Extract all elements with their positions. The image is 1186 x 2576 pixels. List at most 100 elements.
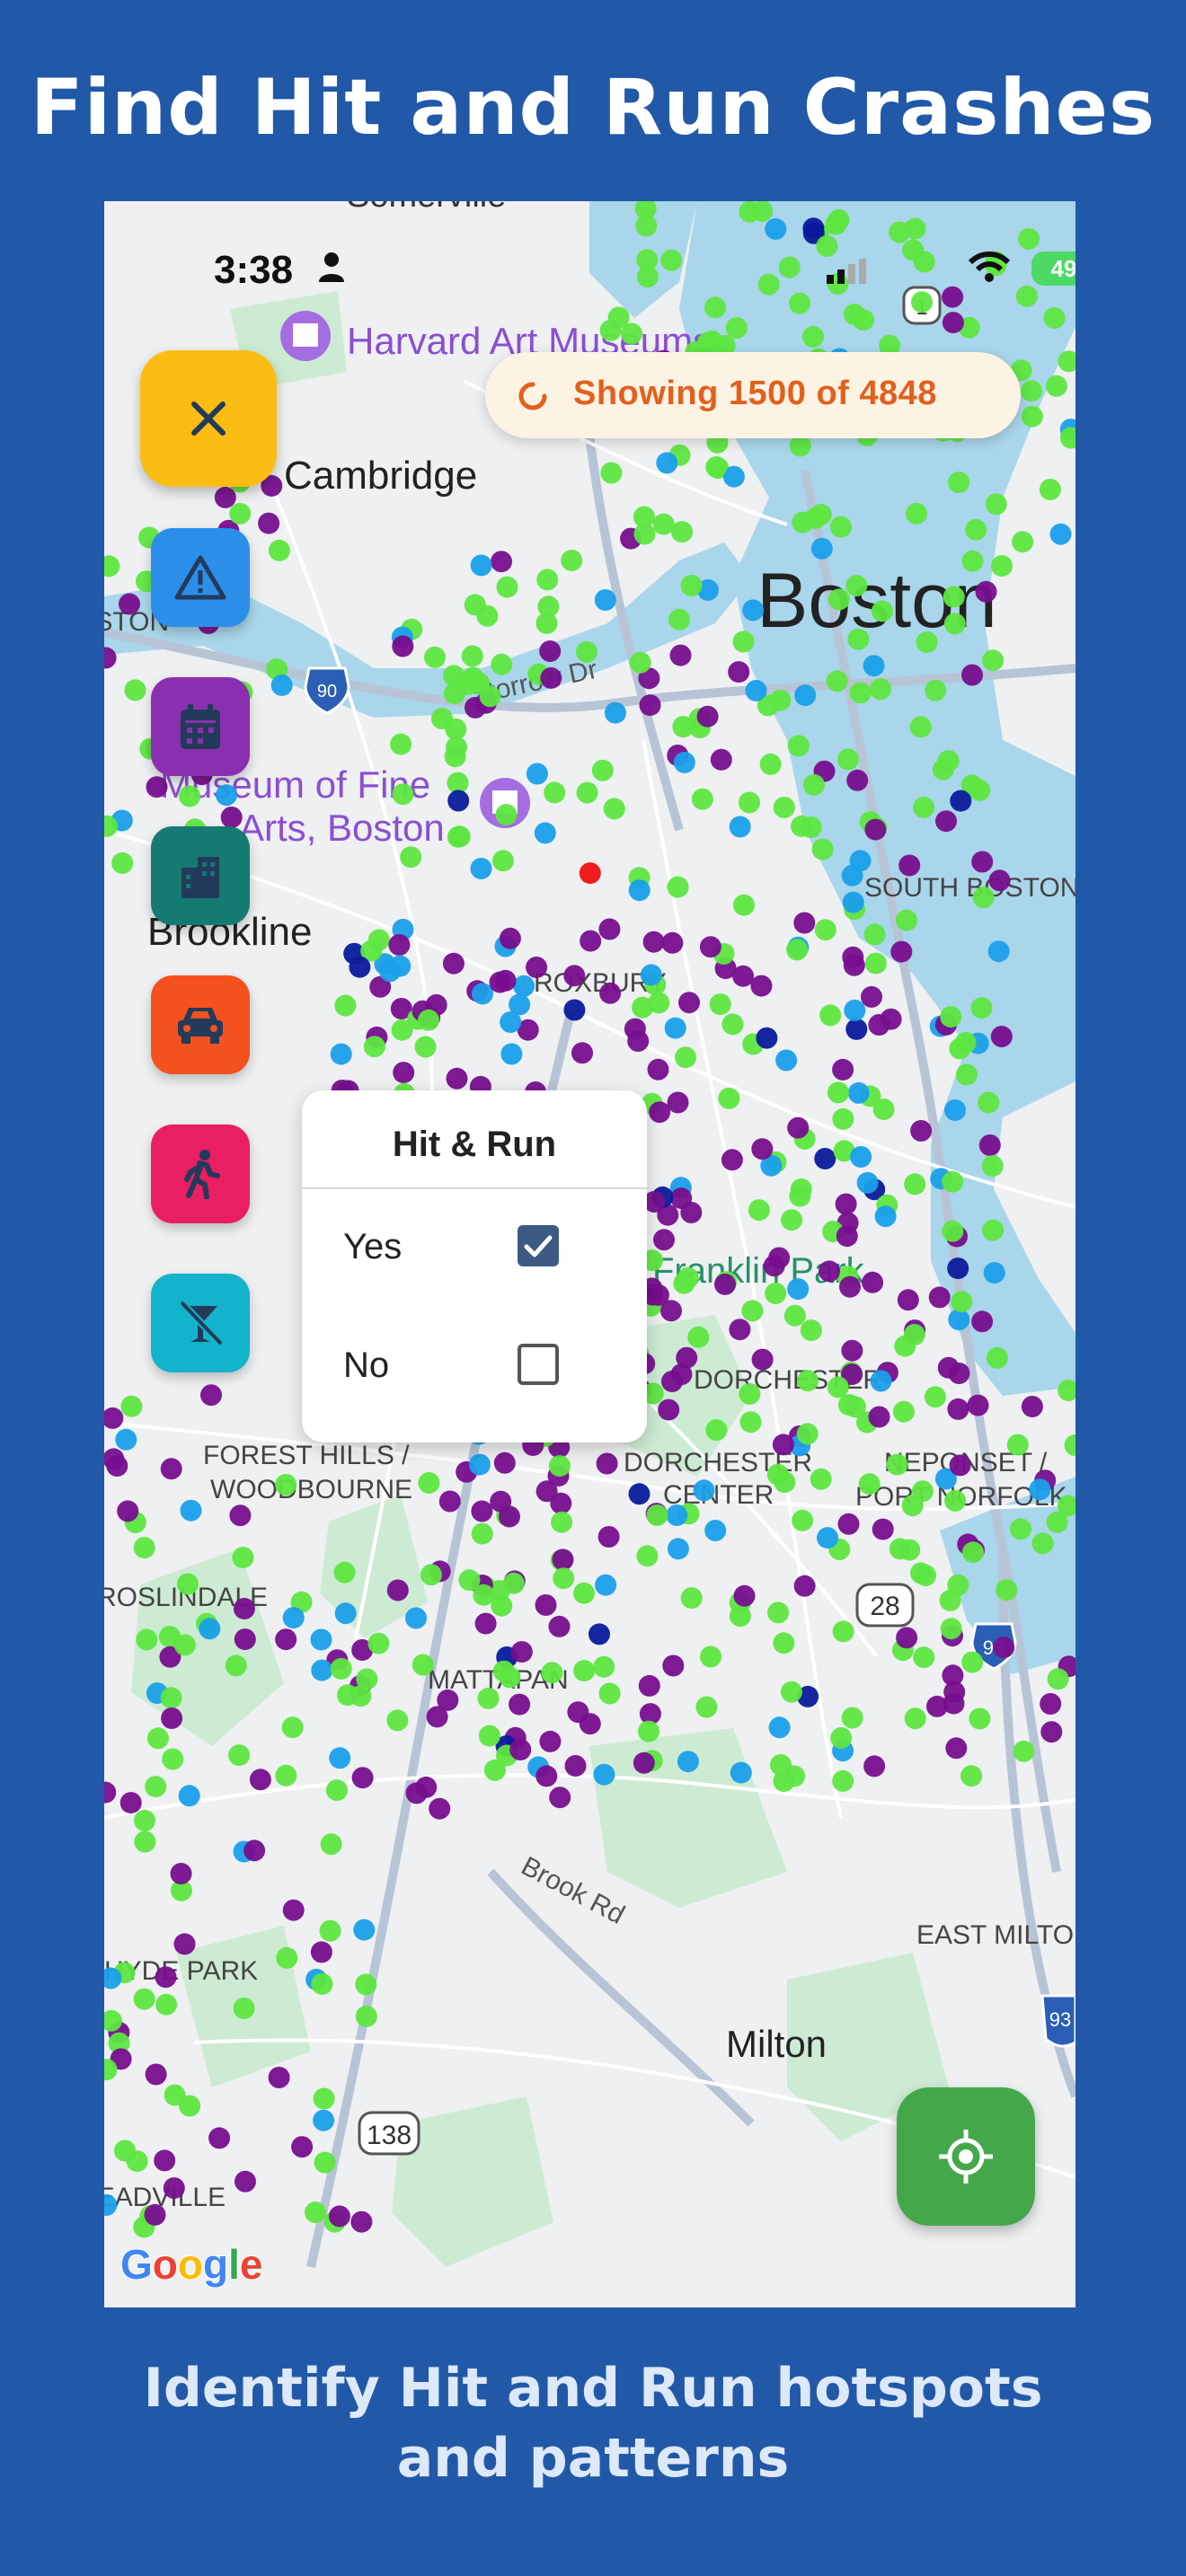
crash-dot[interactable] — [491, 551, 512, 573]
crash-dot[interactable] — [311, 1659, 333, 1681]
crash-dot[interactable] — [591, 759, 614, 781]
crash-dot[interactable] — [909, 716, 932, 738]
crash-dot[interactable] — [438, 1490, 461, 1513]
crash-dot[interactable] — [563, 965, 586, 987]
crash-dot[interactable] — [133, 1537, 155, 1559]
crash-dot[interactable] — [880, 1008, 902, 1030]
crash-dot[interactable] — [311, 1972, 333, 1995]
crash-dot[interactable] — [739, 1382, 761, 1405]
crash-dot[interactable] — [868, 1406, 890, 1428]
crash-dot[interactable] — [847, 1081, 870, 1104]
crash-dot[interactable] — [571, 1042, 593, 1064]
crash-dot[interactable] — [718, 1087, 740, 1109]
crash-dot[interactable] — [950, 790, 972, 812]
crash-dot[interactable] — [915, 1565, 937, 1587]
crash-dot[interactable] — [932, 758, 954, 781]
crash-dot[interactable] — [811, 838, 834, 860]
crash-dot[interactable] — [874, 1205, 897, 1228]
crash-dot[interactable] — [120, 1395, 143, 1417]
crash-dot[interactable] — [1012, 531, 1034, 553]
crash-dot[interactable] — [134, 1831, 156, 1853]
crash-dot[interactable] — [942, 1664, 964, 1687]
crash-dot[interactable] — [275, 1764, 297, 1786]
crash-dot[interactable] — [495, 804, 518, 826]
crash-dot[interactable] — [553, 1567, 575, 1590]
crash-dot[interactable] — [164, 2084, 186, 2106]
crash-dot[interactable] — [535, 612, 558, 634]
crash-dot[interactable] — [978, 1134, 1001, 1156]
crash-dot[interactable] — [491, 850, 514, 872]
crash-dot[interactable] — [783, 1765, 806, 1787]
crash-dot[interactable] — [220, 807, 243, 828]
crash-dot[interactable] — [700, 1645, 721, 1668]
crash-dot[interactable] — [658, 1398, 680, 1421]
crash-dot[interactable] — [470, 554, 492, 577]
crash-dot[interactable] — [551, 1511, 573, 1533]
crash-dot[interactable] — [535, 1765, 558, 1787]
crash-dot[interactable] — [774, 1471, 796, 1494]
crash-dot[interactable] — [442, 952, 465, 975]
crash-dot[interactable] — [437, 1689, 459, 1711]
crash-dot[interactable] — [136, 1628, 158, 1651]
crash-dot[interactable] — [179, 785, 201, 807]
crash-dot[interactable] — [249, 1769, 271, 1791]
crash-dot[interactable] — [773, 1632, 795, 1654]
crash-dot[interactable] — [334, 1602, 357, 1625]
crash-dot[interactable] — [948, 472, 970, 493]
crash-dot[interactable] — [721, 1149, 743, 1171]
crash-dot[interactable] — [534, 822, 556, 844]
crash-dot[interactable] — [725, 317, 748, 340]
crash-dot[interactable] — [268, 2067, 290, 2088]
crash-dot[interactable] — [216, 784, 237, 807]
crash-dot[interactable] — [471, 1522, 493, 1545]
crash-dot[interactable] — [863, 655, 885, 677]
crash-dot[interactable] — [603, 798, 625, 820]
crash-dot[interactable] — [787, 1278, 810, 1301]
crash-dot[interactable] — [1021, 380, 1043, 402]
crash-dot[interactable] — [310, 1628, 332, 1651]
crash-dot[interactable] — [535, 1480, 558, 1503]
crash-dot[interactable] — [748, 1199, 770, 1222]
crash-dot[interactable] — [751, 1138, 774, 1160]
crash-dot[interactable] — [991, 555, 1013, 577]
crash-dot[interactable] — [825, 213, 847, 235]
crash-dot[interactable] — [1029, 1478, 1051, 1501]
crash-dot[interactable] — [970, 997, 993, 1019]
crash-dot[interactable] — [580, 930, 602, 952]
crash-dot[interactable] — [759, 753, 782, 775]
crash-dot[interactable] — [962, 1541, 984, 1564]
crash-dot[interactable] — [115, 1428, 137, 1451]
crash-dot[interactable] — [940, 1618, 962, 1640]
crash-dot[interactable] — [955, 1063, 978, 1086]
crash-dot[interactable] — [765, 1283, 787, 1304]
crash-dot[interactable] — [1013, 1740, 1035, 1762]
crash-dot[interactable] — [1021, 405, 1043, 428]
crash-dot[interactable] — [235, 2170, 256, 2192]
crash-dot[interactable] — [680, 1202, 703, 1223]
crash-dot[interactable] — [781, 1209, 803, 1231]
crash-dot[interactable] — [275, 1474, 297, 1495]
crash-dot[interactable] — [350, 2210, 373, 2233]
crash-dot[interactable] — [145, 1776, 167, 1798]
crash-dot[interactable] — [849, 682, 872, 704]
crash-dot[interactable] — [243, 1839, 266, 1862]
crash-dot[interactable] — [173, 1933, 196, 1955]
crash-dot[interactable] — [985, 493, 1007, 516]
crash-dot[interactable] — [600, 462, 623, 484]
crash-dot[interactable] — [942, 312, 964, 334]
crash-dot[interactable] — [666, 1504, 688, 1526]
crash-dot[interactable] — [392, 635, 414, 657]
alcohol-filter-button[interactable] — [151, 1274, 250, 1372]
crash-dot[interactable] — [951, 1291, 973, 1313]
crash-dot[interactable] — [638, 1674, 660, 1697]
crash-dot[interactable] — [337, 1684, 358, 1707]
severity-filter-button[interactable] — [151, 528, 250, 627]
crash-dot[interactable] — [842, 891, 864, 913]
vehicle-filter-button[interactable] — [151, 975, 250, 1074]
crash-dot[interactable] — [646, 1504, 668, 1526]
crash-dot[interactable] — [935, 810, 957, 833]
crash-dot[interactable] — [214, 486, 236, 508]
crash-dot[interactable] — [965, 518, 987, 541]
crash-dot[interactable] — [981, 1155, 1004, 1178]
crash-dot[interactable] — [838, 1394, 860, 1416]
